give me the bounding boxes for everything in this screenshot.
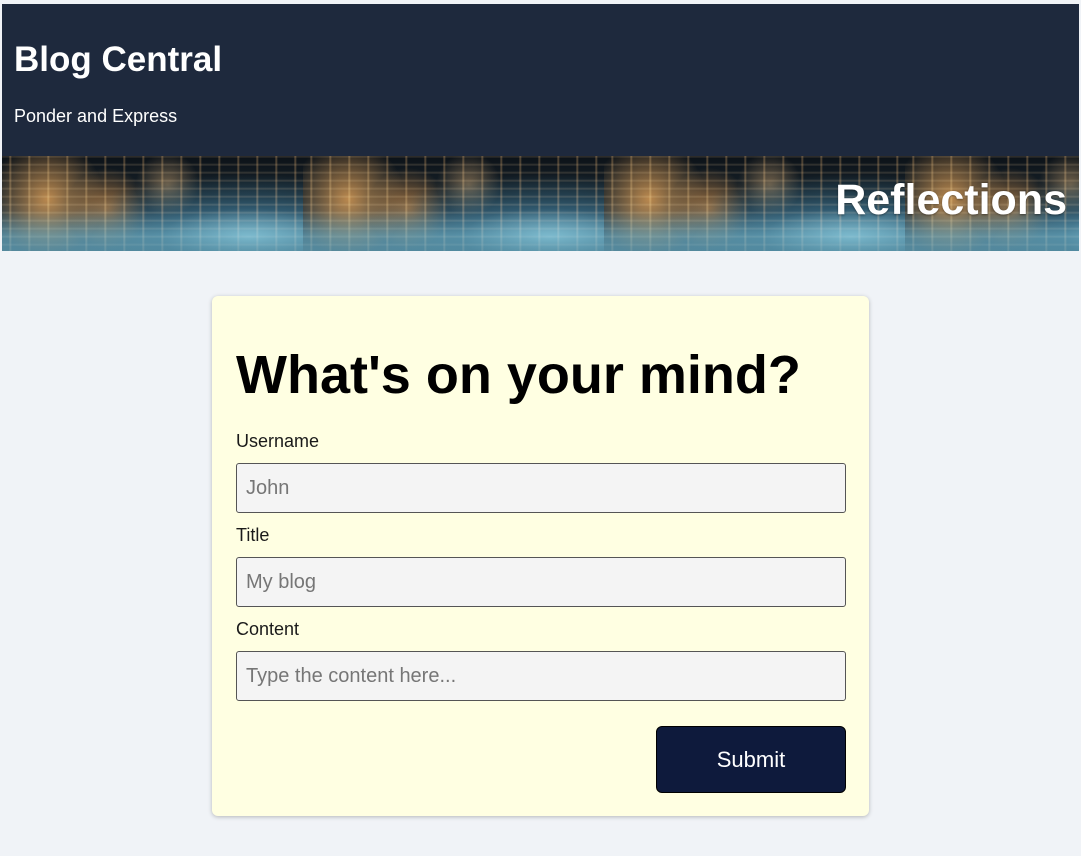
site-tagline: Ponder and Express xyxy=(14,106,178,126)
username-input[interactable] xyxy=(236,463,846,513)
title-label: Title xyxy=(236,525,270,545)
form-heading: What's on your mind? xyxy=(236,345,801,405)
site-title: Blog Central xyxy=(14,40,223,79)
site-header: Blog Central Ponder and Express xyxy=(2,4,1079,156)
submit-button[interactable]: Submit xyxy=(656,726,846,793)
banner-title: Reflections xyxy=(835,176,1067,224)
banner-tile xyxy=(303,156,604,251)
content-input[interactable] xyxy=(236,651,846,701)
username-label: Username xyxy=(236,431,320,451)
post-form-card: What's on your mind? Username Title Cont… xyxy=(212,296,869,816)
banner-tile xyxy=(2,156,303,251)
content-label: Content xyxy=(236,619,300,639)
title-input[interactable] xyxy=(236,557,846,607)
